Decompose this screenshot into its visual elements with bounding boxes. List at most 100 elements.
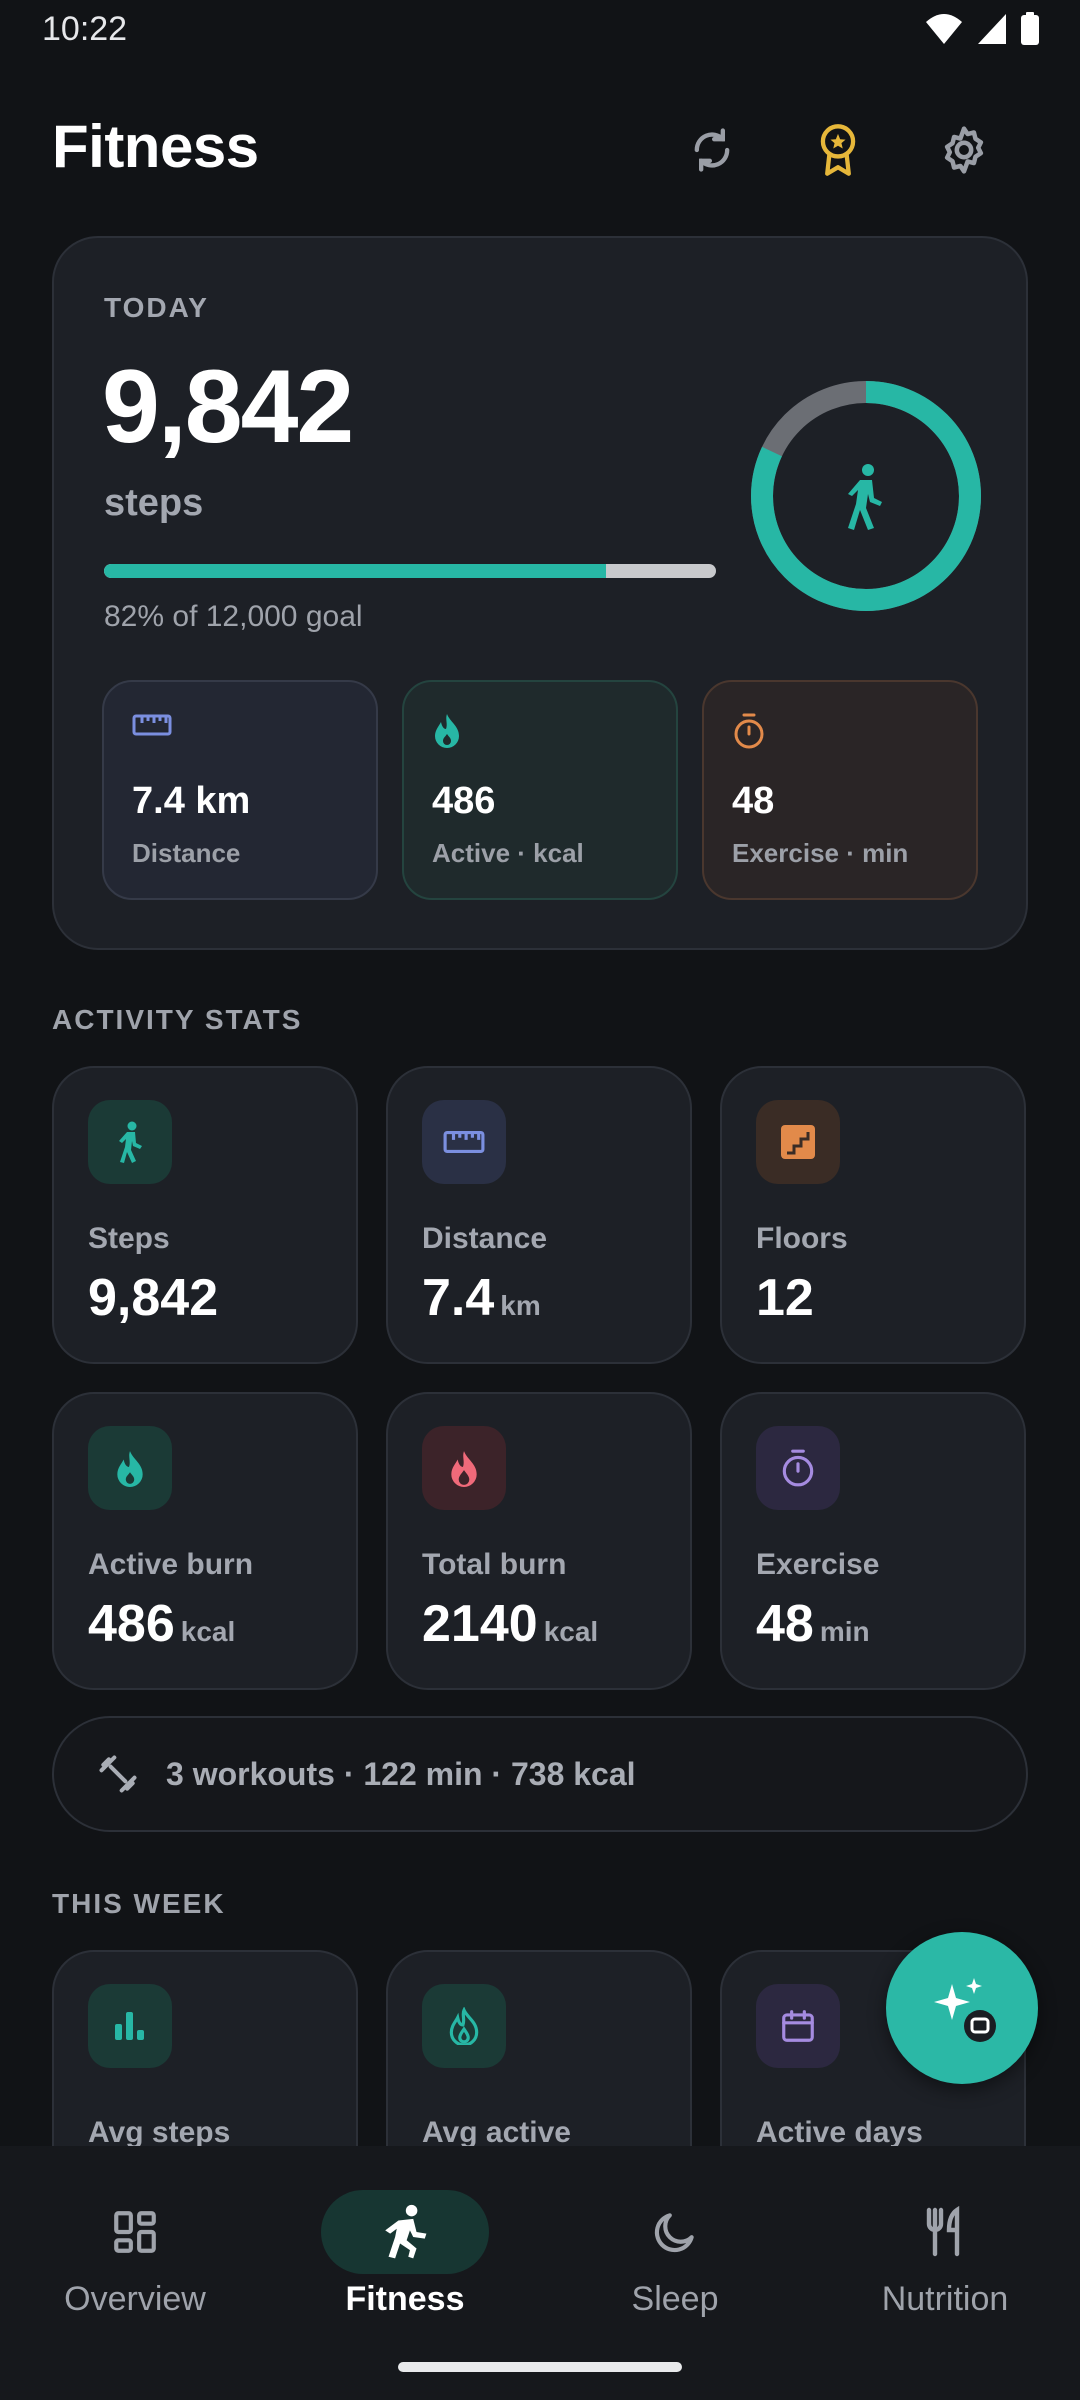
stat-number: 486 <box>88 1595 175 1653</box>
week-card-avg-steps[interactable]: Avg steps <box>52 1950 358 2146</box>
stat-card-steps[interactable]: Steps 9,842 <box>52 1066 358 1364</box>
battery-icon <box>1021 12 1039 45</box>
mini-stat-label: Exercise · min <box>732 838 909 868</box>
stat-card-distance[interactable]: Distance 7.4 km <box>386 1066 692 1364</box>
nav-item-overview[interactable]: Overview <box>0 2170 270 2320</box>
stat-icon-box <box>422 1984 506 2068</box>
settings-button[interactable] <box>932 118 996 182</box>
stat-icon-box <box>88 1100 172 1184</box>
walk-icon <box>119 1121 142 1163</box>
stat-value: 2140 kcal <box>422 1594 598 1654</box>
status-icons <box>924 12 1040 46</box>
stat-icon-box <box>88 1426 172 1510</box>
fork-knife-icon <box>926 2206 960 2257</box>
moon-icon <box>654 2213 694 2253</box>
mini-stat-active[interactable]: 486 Active · kcal <box>402 680 678 900</box>
bar-chart-icon <box>115 2012 144 2040</box>
stat-card-active-burn[interactable]: Active burn 486 kcal <box>52 1392 358 1690</box>
stat-card-total-burn[interactable]: Total burn 2140 kcal <box>386 1392 692 1690</box>
signal-icon <box>978 14 1006 44</box>
stat-unit: kcal <box>543 1616 599 1647</box>
stat-number: 9,842 <box>88 1269 219 1327</box>
ruler-icon <box>132 714 172 736</box>
stat-card-floors[interactable]: Floors 12 <box>720 1066 1026 1364</box>
run-icon <box>385 2204 427 2259</box>
nav-icon-container <box>861 2190 1029 2274</box>
workouts-summary[interactable]: 3 workouts · 122 min · 738 kcal <box>52 1716 1028 1832</box>
mini-stat-label: Distance <box>132 838 241 868</box>
stat-icon-box <box>756 1426 840 1510</box>
dumbbell-icon <box>99 1755 137 1793</box>
nav-icon-container <box>321 2190 489 2274</box>
mini-stat-value: 48 <box>732 780 775 822</box>
fire-icon <box>451 1451 477 1487</box>
mini-stat-distance[interactable]: 7.4 km Distance <box>102 680 378 900</box>
flame-icon <box>449 2007 479 2045</box>
week-card-avg-active[interactable]: Avg active <box>386 1950 692 2146</box>
mini-stat-exercise[interactable]: 48 Exercise · min <box>702 680 978 900</box>
stat-label: Active burn <box>88 1548 254 1581</box>
sync-icon <box>694 128 730 172</box>
dashboard-icon <box>114 2211 156 2253</box>
stat-value: 12 <box>756 1268 814 1328</box>
home-indicator[interactable] <box>398 2362 682 2372</box>
steps-progress-ring <box>748 378 984 614</box>
steps-progress-fill <box>104 564 606 578</box>
activity-stats-heading: ACTIVITY STATS <box>52 1004 303 1035</box>
stat-unit: km <box>500 1290 541 1321</box>
stat-label: Active days <box>756 2116 923 2146</box>
nav-icon-container <box>591 2190 759 2274</box>
today-card[interactable]: TODAY 9,842 steps 82% of 12,000 goal 7.4… <box>52 236 1028 950</box>
nav-item-sleep[interactable]: Sleep <box>540 2170 810 2320</box>
stat-value: 486 kcal <box>88 1594 235 1654</box>
stat-value: 48 min <box>756 1594 870 1654</box>
timer-icon <box>782 1449 814 1487</box>
nav-item-nutrition[interactable]: Nutrition <box>810 2170 1080 2320</box>
walk-icon <box>848 464 882 530</box>
stat-label: Steps <box>88 1222 170 1255</box>
stat-label: Total burn <box>422 1548 567 1581</box>
wifi-icon <box>926 14 962 44</box>
stat-icon-box <box>88 1984 172 2068</box>
nav-label: Nutrition <box>881 2280 1009 2318</box>
stat-icon-box <box>422 1100 506 1184</box>
stat-label: Floors <box>756 1222 848 1255</box>
timer-icon <box>734 713 764 749</box>
page-title: Fitness <box>52 113 259 180</box>
steps-progress-bar <box>104 564 716 578</box>
stat-card-exercise[interactable]: Exercise 48 min <box>720 1392 1026 1690</box>
nav-label: Overview <box>64 2280 206 2318</box>
workouts-summary-text: 3 workouts · 122 min · 738 kcal <box>166 1756 636 1792</box>
stat-number: 2140 <box>422 1595 538 1653</box>
stat-number: 7.4 <box>422 1269 495 1327</box>
status-bar: 10:22 <box>0 0 1080 60</box>
nav-icon-container <box>51 2190 219 2274</box>
gear-icon <box>944 126 984 174</box>
sparkle-chat-icon <box>934 1978 996 2042</box>
stat-unit: min <box>819 1616 870 1647</box>
stat-number: 12 <box>756 1269 814 1327</box>
nav-label: Sleep <box>631 2280 719 2318</box>
ruler-icon <box>443 1130 485 1154</box>
stat-value: 9,842 <box>88 1268 218 1328</box>
stat-unit: kcal <box>180 1616 236 1647</box>
today-label: TODAY <box>104 292 209 323</box>
goal-text: 82% of 12,000 goal <box>104 600 363 633</box>
stat-value: 7.4 km <box>422 1268 541 1328</box>
mini-stat-value: 7.4 km <box>132 780 251 822</box>
sync-button[interactable] <box>680 118 744 182</box>
stat-icon-box <box>756 1100 840 1184</box>
this-week-heading: THIS WEEK <box>52 1888 226 1919</box>
ai-assistant-fab[interactable] <box>886 1932 1038 2084</box>
award-icon <box>820 124 856 176</box>
app-header: Fitness <box>0 100 1080 200</box>
nav-item-fitness[interactable]: Fitness <box>270 2170 540 2320</box>
stat-label: Exercise <box>756 1548 880 1581</box>
stat-icon-box <box>756 1984 840 2068</box>
stat-icon-box <box>422 1426 506 1510</box>
flame-icon <box>117 1451 143 1487</box>
stairs-icon <box>781 1125 815 1159</box>
today-steps-value: 9,842 <box>102 349 354 465</box>
mini-stat-label: Active · kcal <box>432 838 584 868</box>
achievements-button[interactable] <box>806 118 870 182</box>
